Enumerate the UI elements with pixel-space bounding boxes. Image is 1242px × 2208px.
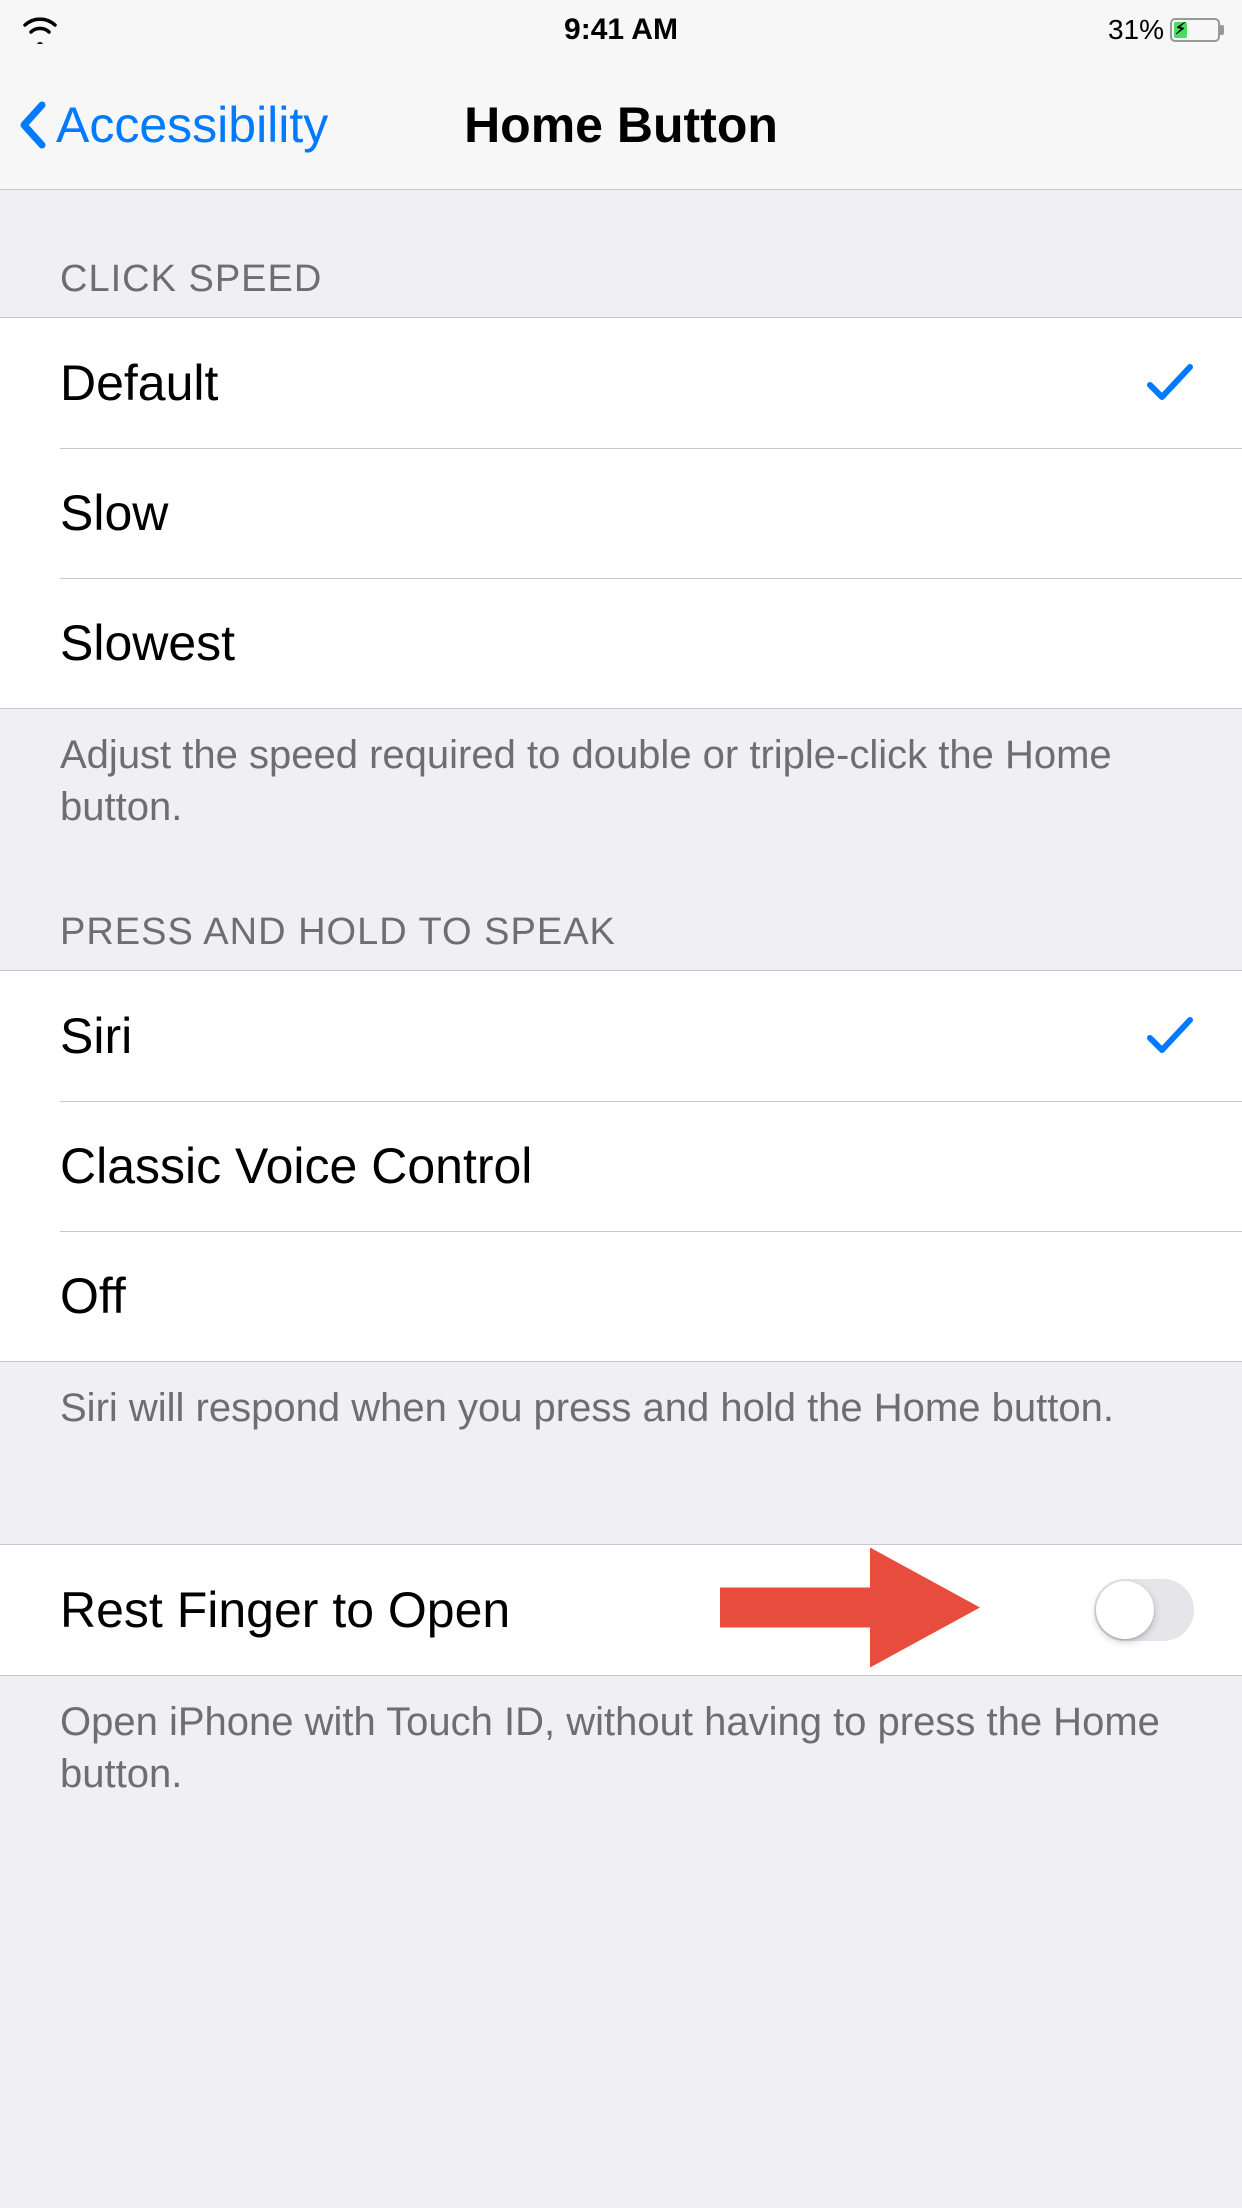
page-title: Home Button (464, 96, 778, 154)
section-footer-press-hold: Siri will respond when you press and hol… (0, 1362, 1242, 1444)
section-header-press-hold: PRESS AND HOLD TO SPEAK (0, 843, 1242, 970)
option-label: Classic Voice Control (60, 1137, 532, 1195)
battery-icon: ⚡︎ (1170, 18, 1220, 42)
checkmark-icon (1146, 363, 1194, 403)
back-button[interactable]: Accessibility (0, 96, 328, 154)
status-left (22, 16, 222, 44)
section-spacer (0, 1444, 1242, 1544)
section-footer-rest-finger: Open iPhone with Touch ID, without havin… (0, 1676, 1242, 1810)
checkmark-icon (1146, 1016, 1194, 1056)
charging-bolt-icon: ⚡︎ (1175, 22, 1186, 38)
option-label: Off (60, 1267, 126, 1325)
press-hold-group: Siri Classic Voice Control Off (0, 970, 1242, 1362)
click-speed-group: Default Slow Slowest (0, 317, 1242, 709)
rest-finger-group: Rest Finger to Open (0, 1544, 1242, 1676)
wifi-icon (22, 16, 58, 44)
click-speed-option-slowest[interactable]: Slowest (0, 578, 1242, 708)
status-right: 31% ⚡︎ (1020, 14, 1220, 46)
chevron-left-icon (18, 101, 48, 149)
section-footer-click-speed: Adjust the speed required to double or t… (0, 709, 1242, 843)
toggle-knob (1096, 1581, 1154, 1639)
nav-bar: Accessibility Home Button (0, 60, 1242, 190)
option-label: Default (60, 354, 218, 412)
battery-indicator: 31% ⚡︎ (1108, 14, 1220, 46)
option-label: Siri (60, 1007, 132, 1065)
rest-finger-row: Rest Finger to Open (0, 1545, 1242, 1675)
option-label: Slowest (60, 614, 235, 672)
press-hold-option-siri[interactable]: Siri (0, 971, 1242, 1101)
rest-finger-toggle[interactable] (1094, 1579, 1194, 1641)
press-hold-option-off[interactable]: Off (0, 1231, 1242, 1361)
status-time: 9:41 AM (222, 13, 1020, 47)
back-label: Accessibility (56, 96, 328, 154)
click-speed-option-slow[interactable]: Slow (0, 448, 1242, 578)
annotation-arrow-icon (720, 1538, 980, 1683)
rest-finger-label: Rest Finger to Open (60, 1581, 510, 1639)
status-bar: 9:41 AM 31% ⚡︎ (0, 0, 1242, 60)
option-label: Slow (60, 484, 168, 542)
battery-percentage: 31% (1108, 14, 1164, 46)
section-header-click-speed: CLICK SPEED (0, 190, 1242, 317)
press-hold-option-classic-voice[interactable]: Classic Voice Control (0, 1101, 1242, 1231)
click-speed-option-default[interactable]: Default (0, 318, 1242, 448)
